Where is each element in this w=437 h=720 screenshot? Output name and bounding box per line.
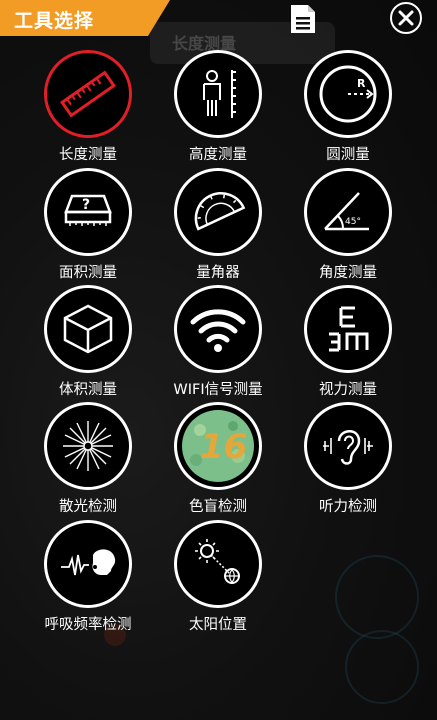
tool-color-blind[interactable]: 16 色盲检测 (158, 402, 278, 515)
document-button[interactable] (289, 4, 317, 34)
tool-label: 圆测量 (326, 147, 370, 163)
background-ghost-circle (345, 630, 419, 704)
tool-circle[interactable] (174, 285, 262, 373)
tool-astigmatism[interactable]: 散光检测 (28, 402, 148, 515)
tool-circle[interactable] (304, 402, 392, 490)
tool-label: 太阳位置 (189, 617, 247, 633)
tool-circle-measure[interactable]: R 圆测量 (288, 50, 408, 163)
color-blind-number: 16 (200, 427, 247, 467)
tool-circle[interactable] (304, 285, 392, 373)
ear-icon (323, 430, 373, 465)
header: 工具选择 (0, 0, 437, 40)
tool-label: 呼吸频率检测 (44, 617, 132, 633)
astigmatism-icon (63, 421, 113, 471)
document-icon (291, 5, 315, 33)
tool-sun-position[interactable]: 太阳位置 (158, 520, 278, 633)
tool-label: 角度测量 (319, 265, 377, 281)
tool-hearing[interactable]: 听力检测 (288, 402, 408, 515)
protractor-icon (194, 192, 246, 231)
tool-circle[interactable] (44, 520, 132, 608)
page-title: 工具选择 (14, 10, 95, 32)
tool-circle[interactable] (44, 50, 132, 138)
tool-label: 长度测量 (59, 147, 117, 163)
wifi-icon (190, 309, 246, 352)
tool-label: WIFI信号测量 (173, 382, 263, 398)
tool-vision[interactable]: 视力测量 (288, 285, 408, 398)
area-box-icon: ? (64, 194, 112, 226)
tool-label: 散光检测 (59, 499, 117, 515)
tool-label: 色盲检测 (189, 499, 247, 515)
eye-chart-icon (329, 306, 369, 352)
tool-volume[interactable]: 体积测量 (28, 285, 148, 398)
tool-area[interactable]: ? 面积测量 (28, 168, 148, 281)
tool-circle[interactable] (44, 285, 132, 373)
tool-circle[interactable] (174, 168, 262, 256)
tool-label: 量角器 (196, 265, 240, 281)
tool-circle[interactable]: R (304, 50, 392, 138)
tool-angle[interactable]: 45° 角度测量 (288, 168, 408, 281)
tool-protractor[interactable]: 量角器 (158, 168, 278, 281)
close-button[interactable] (390, 2, 422, 34)
color-blind-icon: 16 (182, 410, 254, 482)
cube-icon (63, 304, 113, 354)
title-tab: 工具选择 (0, 0, 170, 36)
tool-label: 高度测量 (189, 147, 247, 163)
close-icon (398, 10, 414, 26)
circle-radius-icon: R (319, 65, 377, 123)
breath-icon (61, 549, 116, 576)
person-height-icon (203, 70, 236, 118)
tool-circle[interactable] (44, 402, 132, 490)
radius-label: R (357, 77, 366, 90)
tool-circle[interactable]: 16 (174, 402, 262, 490)
background-ghost-circle (335, 555, 419, 639)
angle-degree-label: 45° (345, 217, 361, 227)
tool-breath[interactable]: 呼吸频率检测 (28, 520, 148, 633)
tool-circle[interactable] (174, 520, 262, 608)
tool-label: 体积测量 (59, 382, 117, 398)
tool-circle[interactable]: 45° (304, 168, 392, 256)
angle-icon: 45° (324, 192, 369, 231)
sun-position-icon (195, 539, 240, 584)
tool-label: 面积测量 (59, 265, 117, 281)
question-mark: ? (82, 197, 90, 213)
ruler-icon (60, 70, 116, 118)
tool-label: 视力测量 (319, 382, 377, 398)
tool-circle[interactable]: ? (44, 168, 132, 256)
tool-height[interactable]: 高度测量 (158, 50, 278, 163)
tool-circle[interactable] (174, 50, 262, 138)
tool-wifi[interactable]: WIFI信号测量 (158, 285, 278, 398)
tool-label: 听力检测 (319, 499, 377, 515)
tool-length[interactable]: 长度测量 (28, 50, 148, 163)
